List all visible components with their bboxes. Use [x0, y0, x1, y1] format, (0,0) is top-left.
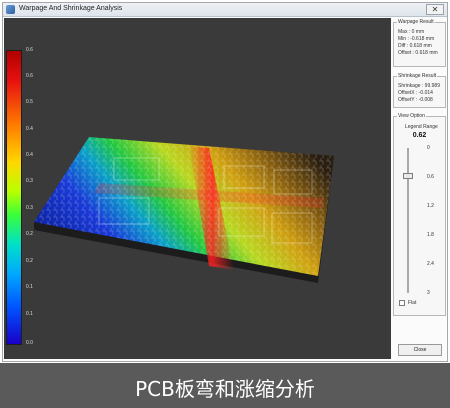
right-panel: Warpage Result Max : 0 mm Min : -0.618 m…: [393, 18, 446, 359]
shrinkage-result-group: Shrinkage Result Shrinkage : 99.989 Offs…: [393, 73, 446, 108]
legend-tick: 0.5: [26, 99, 33, 105]
legend-range-slider[interactable]: [407, 148, 409, 293]
legend-tick: 0.2: [26, 231, 33, 237]
caption-text: PCB板弯和涨缩分析: [135, 377, 315, 401]
slider-tick: 0: [427, 145, 430, 151]
offset-y: OffsetY : -0.008: [398, 97, 433, 103]
close-button[interactable]: Close: [398, 344, 442, 356]
legend-range-label: Legend Range: [405, 124, 438, 130]
warpage-offset: Offset : 0.618 mm: [398, 50, 438, 56]
window-close-icon[interactable]: ✕: [426, 4, 444, 15]
legend-tick: 0.4: [26, 152, 33, 158]
color-legend-bar: [6, 50, 22, 345]
warpage-diff: Diff : 0.618 mm: [398, 43, 432, 49]
warpage-result-title: Warpage Result: [397, 19, 435, 25]
warpage-result-group: Warpage Result Max : 0 mm Min : -0.618 m…: [393, 19, 446, 67]
view-option-title: View Option: [397, 113, 426, 119]
slider-tick: 3: [427, 290, 430, 296]
shrinkage-result-title: Shrinkage Result: [397, 73, 438, 79]
legend-tick: 0.2: [26, 258, 33, 264]
flat-checkbox[interactable]: [399, 300, 405, 306]
caption-banner: PCB板弯和涨缩分析: [0, 363, 450, 408]
slider-tick: 1.8: [427, 232, 434, 238]
legend-tick: 0.6: [26, 73, 33, 79]
legend-tick: 0.1: [26, 284, 33, 290]
legend-tick: 0.0: [26, 340, 33, 346]
window-title: Warpage And Shrinkage Analysis: [19, 5, 123, 12]
warpage-min: Min : -0.618 mm: [398, 36, 435, 42]
slider-tick: 2.4: [427, 261, 434, 267]
legend-tick: 0.4: [26, 126, 33, 132]
slider-tick: 1.2: [427, 203, 434, 209]
window-titlebar: Warpage And Shrinkage Analysis ✕: [3, 3, 447, 17]
app-icon: [6, 5, 15, 14]
legend-tick: 0.3: [26, 205, 33, 211]
shrinkage-value: Shrinkage : 99.989: [398, 83, 440, 89]
legend-tick: 0.1: [26, 311, 33, 317]
legend-tick: 0.3: [26, 178, 33, 184]
slider-thumb[interactable]: [403, 173, 413, 179]
3d-viewport[interactable]: 0.6 0.6 0.5 0.4 0.4 0.3 0.3 0.2 0.2 0.1 …: [4, 18, 391, 359]
flat-checkbox-label: Flat: [408, 300, 417, 306]
slider-tick: 0.6: [427, 174, 434, 180]
pcb-warpage-heatmap: [34, 137, 334, 283]
offset-x: OffsetX : -0.014: [398, 90, 433, 96]
legend-tick: 0.6: [26, 47, 33, 53]
warpage-max: Max : 0 mm: [398, 29, 425, 35]
legend-range-value: 0.62: [412, 132, 427, 139]
view-option-group: View Option Legend Range 0.62 0 0.6 1.2 …: [393, 113, 446, 316]
